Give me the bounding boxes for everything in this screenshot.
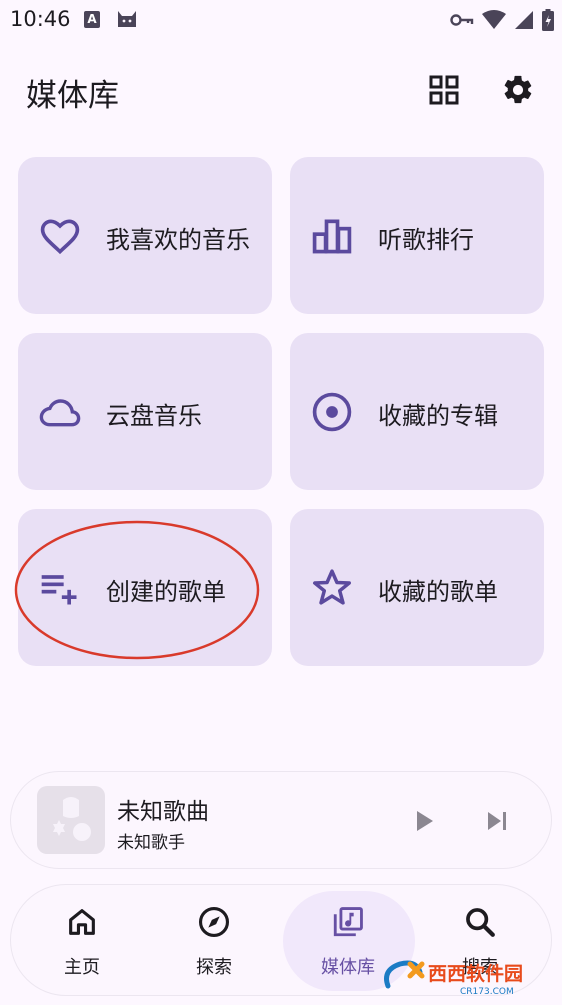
notification-a-icon: A [84,11,100,28]
watermark-subtext: CR173.COM [460,987,514,997]
card-label: 收藏的歌单 [378,578,498,606]
card-label: 创建的歌单 [106,578,226,606]
card-liked-music[interactable]: 我喜欢的音乐 [18,157,272,314]
home-icon [69,909,95,935]
nav-explore[interactable]: 探索 [149,885,279,997]
status-time: 10:46 [10,7,71,31]
card-cloud-music[interactable]: 云盘音乐 [18,333,272,490]
heart-icon [38,214,82,258]
star-icon [310,566,354,610]
wifi-icon [482,10,506,29]
playlist-add-icon [38,566,82,610]
grid-view-button[interactable] [420,66,468,114]
card-label: 云盘音乐 [106,402,202,430]
status-bar: 10:46 A [0,0,562,40]
signal-icon [515,11,533,29]
watermark-logo: 西西软件园 CR173.COM [384,960,523,997]
card-label: 收藏的专辑 [378,402,498,430]
gear-icon [504,75,532,104]
vpn-key-icon [450,14,474,26]
song-artist: 未知歌手 [117,833,185,853]
battery-icon [542,9,554,31]
cat-icon [118,11,136,27]
page-title: 媒体库 [26,78,119,114]
card-created-playlists[interactable]: 创建的歌单 [18,509,272,666]
card-label: 我喜欢的音乐 [106,226,250,254]
settings-button[interactable] [494,66,542,114]
skip-next-icon[interactable] [483,806,513,836]
library-music-icon [333,907,363,937]
nav-label: 探索 [196,957,232,978]
search-icon [466,908,495,937]
compass-icon [198,906,230,938]
play-icon[interactable] [409,806,439,836]
grid-view-icon [429,75,459,105]
card-saved-playlists[interactable]: 收藏的歌单 [290,509,544,666]
nav-home[interactable]: 主页 [17,885,147,997]
mini-player[interactable]: 未知歌曲 未知歌手 [10,771,552,869]
nav-label: 主页 [64,957,100,978]
album-art-placeholder [37,786,105,854]
album-disc-icon [310,390,354,434]
song-title: 未知歌曲 [117,799,209,825]
cloud-icon [38,390,82,434]
card-label: 听歌排行 [378,226,474,254]
status-right-group [450,8,554,32]
bar-chart-icon [310,214,354,258]
watermark-text: 西西软件园 [428,962,523,985]
card-saved-albums[interactable]: 收藏的专辑 [290,333,544,490]
card-listening-rank[interactable]: 听歌排行 [290,157,544,314]
